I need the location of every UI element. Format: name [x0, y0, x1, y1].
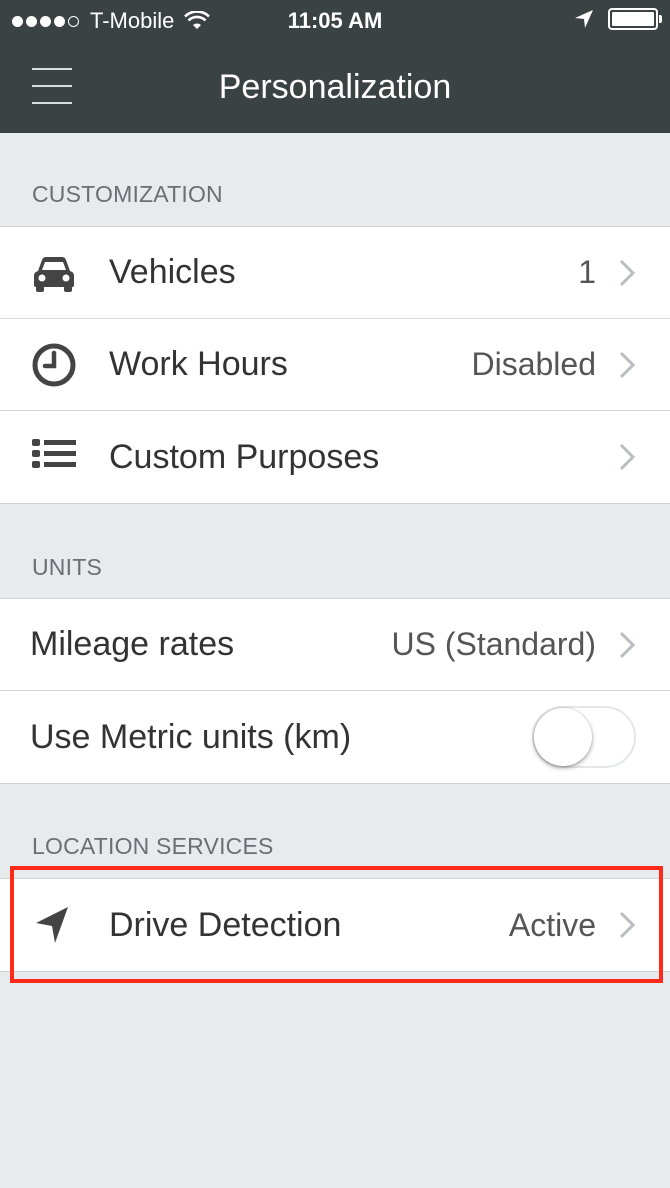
- page-title: Personalization: [218, 68, 452, 106]
- drive-detection-row[interactable]: Drive Detection Active: [0, 879, 670, 971]
- chevron-right-icon: [619, 443, 636, 471]
- work-hours-row[interactable]: Work Hours Disabled: [0, 319, 670, 411]
- status-bar: T-Mobile 11:05 AM: [0, 0, 670, 40]
- mileage-rates-label: Mileage rates: [30, 625, 235, 663]
- drive-detection-label: Drive Detection: [109, 905, 342, 944]
- navigation-bar: T-Mobile 11:05 AM Personalization: [0, 0, 670, 133]
- chevron-right-icon: [619, 911, 636, 939]
- status-right: [574, 8, 662, 30]
- custom-purposes-row[interactable]: Custom Purposes: [0, 411, 670, 503]
- car-icon: [34, 257, 74, 292]
- drive-detection-value: Active: [508, 906, 596, 943]
- vehicles-value: 1: [578, 254, 596, 290]
- metric-units-label: Use Metric units (km): [30, 717, 352, 756]
- work-hours-label: Work Hours: [109, 345, 288, 383]
- metric-units-row: Use Metric units (km): [0, 691, 670, 783]
- vehicles-label: Vehicles: [109, 253, 236, 291]
- section-header-units: UNITS: [32, 554, 102, 580]
- location-arrow-icon: [36, 907, 68, 943]
- chevron-right-icon: [619, 631, 636, 658]
- work-hours-value: Disabled: [471, 346, 596, 382]
- chevron-right-icon: [619, 351, 636, 378]
- mileage-rates-row[interactable]: Mileage rates US (Standard): [0, 599, 670, 691]
- list-icon: [32, 439, 76, 468]
- status-time: 11:05 AM: [287, 8, 383, 33]
- toggle-knob: [534, 708, 592, 766]
- location-services-group: Drive Detection Active: [0, 878, 670, 972]
- section-header-location-services: LOCATION SERVICES: [32, 833, 274, 859]
- clock-icon: [32, 343, 76, 387]
- customization-group: Vehicles 1 Work Hours Disabled Custom Pu…: [0, 226, 670, 504]
- battery-icon: [608, 8, 662, 30]
- metric-units-toggle[interactable]: [532, 706, 636, 768]
- chevron-right-icon: [619, 259, 636, 286]
- vehicles-row[interactable]: Vehicles 1: [0, 227, 670, 319]
- section-header-customization: CUSTOMIZATION: [32, 181, 223, 207]
- units-group: Mileage rates US (Standard) Use Metric u…: [0, 598, 670, 784]
- mileage-rates-value: US (Standard): [391, 626, 596, 662]
- location-services-icon: [575, 10, 593, 28]
- custom-purposes-label: Custom Purposes: [109, 437, 380, 476]
